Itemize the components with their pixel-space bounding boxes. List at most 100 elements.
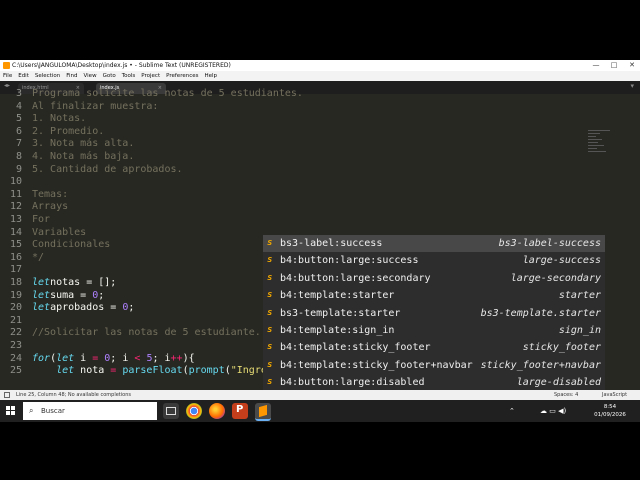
minimize-button[interactable]: — (588, 60, 604, 71)
snippet-kind-icon: s (267, 325, 273, 335)
bottom-letterbox (0, 422, 640, 480)
line-number: 8 (15, 151, 22, 162)
autocomplete-item[interactable]: s b4:template:sign_in sign_in (263, 322, 605, 339)
line-number: 11 (9, 188, 22, 200)
code-text: letaprobados = 0; (32, 302, 135, 314)
cursor-position: Line 25, Column 48; No available complet… (16, 392, 131, 398)
snippet-kind-icon: s (267, 307, 273, 318)
sublime-window: C:\Users\JANGULOMA\Desktop\index.js • - … (0, 60, 640, 400)
code-text: Variables (32, 226, 87, 238)
completion-hint: large-disabled (516, 377, 601, 389)
line-number: 16 (9, 251, 22, 263)
windows-start-icon[interactable] (6, 406, 16, 416)
menu-preferences[interactable]: Preferences (166, 71, 198, 81)
sublime-app-icon (3, 62, 10, 69)
code-text: Al finalizar muestra: (32, 100, 159, 112)
line-number: 9 (15, 163, 22, 175)
code-text: Condicionales (32, 239, 111, 251)
menu-find[interactable]: Find (66, 71, 77, 81)
line-number: 25 (9, 365, 22, 377)
completion-trigger: b4:button:large:secondary (280, 272, 431, 284)
firefox-icon[interactable] (209, 403, 225, 419)
completion-trigger: b4:template:sticky_footer (280, 342, 431, 354)
snippet-kind-icon: s (267, 255, 273, 266)
autocomplete-item[interactable]: s bs3-label:success bs3-label-success (263, 235, 605, 253)
menu-help[interactable]: Help (204, 71, 217, 81)
maximize-button[interactable]: □ (606, 60, 622, 71)
completion-hint: sticky_footer (522, 342, 601, 354)
tray-overflow-icon[interactable]: ⌃ (509, 407, 515, 415)
autocomplete-item[interactable]: s b4:button:large:secondary large-secondar… (263, 270, 605, 287)
tray-status-icons[interactable]: ☁ ▭ ◀) (540, 407, 566, 415)
menu-project[interactable]: Project (141, 71, 160, 81)
line-number: 24 (9, 352, 22, 364)
windows-taskbar: ⌕ Buscar P ⌃ ☁ ▭ ◀) 8:54 01/09/2026 (0, 400, 640, 422)
code-text: //Solicitar las notas de 5 estudiante. (32, 327, 261, 339)
powerpoint-icon[interactable]: P (232, 403, 248, 419)
autocomplete-popup: s bs3-label:success bs3-label-success s b4:b… (263, 235, 605, 400)
code-text: Temas: (32, 188, 69, 200)
taskbar-clock[interactable]: 8:54 01/09/2026 (590, 403, 630, 419)
completion-hint: large-success (522, 255, 601, 267)
completion-hint: bs3-label-success (498, 238, 601, 249)
vertical-scrollbar[interactable] (628, 130, 634, 400)
line-number: 23 (9, 340, 22, 351)
clock-time: 8:54 (603, 404, 617, 410)
syntax-setting[interactable]: JavaScript (602, 390, 627, 400)
line-number: 4 (15, 100, 22, 112)
completion-trigger: b4:template:starter (280, 290, 395, 302)
menu-goto[interactable]: Goto (103, 71, 116, 81)
completion-trigger: b4:template:sticky_footer+navbar (280, 359, 473, 371)
completion-hint: large-secondary (510, 272, 601, 284)
completion-hint: starter (558, 290, 601, 302)
snippet-kind-icon: s (267, 377, 273, 388)
line-number: 13 (9, 214, 22, 225)
completion-hint: bs3-template.starter (480, 307, 601, 319)
line-number: 6 (15, 125, 22, 137)
window-title: C:\Users\JANGULOMA\Desktop\index.js • - … (12, 62, 231, 69)
line-number: 15 (9, 239, 22, 251)
line-number: 14 (9, 226, 22, 238)
line-number: 12 (9, 201, 22, 213)
snippet-kind-icon: s (267, 290, 273, 301)
taskbar-search-box[interactable]: ⌕ Buscar (23, 402, 157, 420)
code-text: Arrays (32, 201, 69, 213)
completion-trigger: b4:template:sign_in (280, 325, 395, 336)
line-number: 22 (9, 327, 22, 339)
tab-dropdown-icon[interactable]: ▾ (630, 82, 634, 90)
line-number: 18 (9, 277, 22, 288)
menu-file[interactable]: File (3, 71, 12, 81)
task-view-icon[interactable] (163, 403, 179, 419)
line-number: 17 (9, 264, 22, 276)
completion-trigger: bs3-template:starter (280, 307, 401, 319)
sublime-text-taskbar-icon[interactable] (255, 403, 271, 421)
code-text: 1. Notas. (32, 113, 87, 125)
line-number: 20 (9, 302, 22, 314)
snippet-kind-icon: s (267, 238, 273, 248)
autocomplete-item[interactable]: s b4:button:large:success large-success (263, 252, 605, 269)
code-text: letnotas = []; (32, 277, 117, 288)
menu-bar: File Edit Selection Find View Goto Tools… (0, 71, 640, 81)
menu-edit[interactable]: Edit (18, 71, 29, 81)
autocomplete-item[interactable]: s b4:button:large:disabled large-disabled (263, 374, 605, 391)
code-text: letsuma = 0; (32, 289, 105, 301)
menu-view[interactable]: View (84, 71, 97, 81)
autocomplete-item[interactable]: s b4:template:starter starter (263, 287, 605, 304)
code-text: */ (32, 251, 45, 263)
menu-tools[interactable]: Tools (122, 71, 136, 81)
minimap[interactable] (588, 130, 618, 160)
line-number: 3 (15, 88, 22, 99)
menu-selection[interactable]: Selection (35, 71, 60, 81)
code-text: 4. Nota más baja. (32, 151, 135, 162)
panel-toggle-icon[interactable] (4, 392, 10, 398)
autocomplete-item[interactable]: s bs3-template:starter bs3-template.starte… (263, 305, 605, 322)
chrome-icon[interactable] (186, 403, 202, 419)
indentation-setting[interactable]: Spaces: 4 (554, 390, 578, 400)
completion-trigger: b4:button:large:disabled (280, 377, 425, 389)
close-button[interactable]: ✕ (624, 60, 640, 71)
autocomplete-item[interactable]: s b4:template:sticky_footer sticky_footer (263, 339, 605, 356)
code-text: 5. Cantidad de aprobados. (32, 163, 183, 175)
autocomplete-item[interactable]: s b4:template:sticky_footer+navbar sticky_… (263, 357, 605, 374)
status-bar: Line 25, Column 48; No available complet… (0, 390, 640, 400)
search-placeholder: Buscar (41, 407, 65, 415)
